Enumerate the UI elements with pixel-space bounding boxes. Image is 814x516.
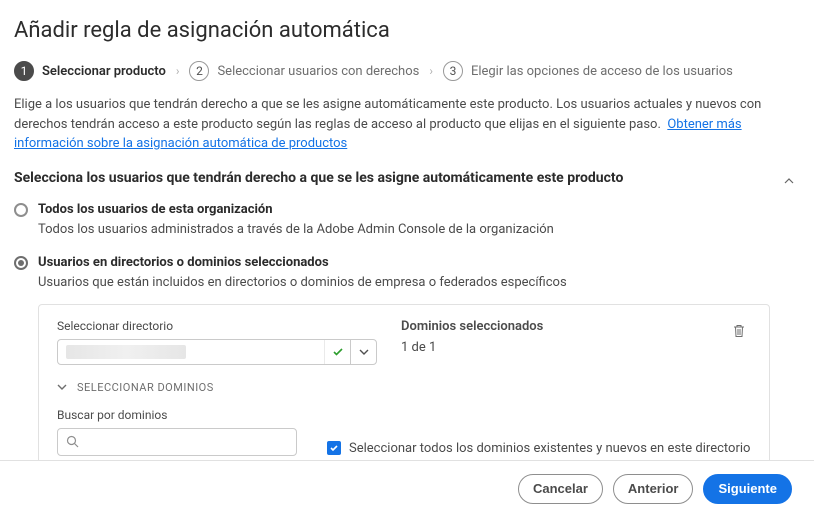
delete-button[interactable] [727,319,751,339]
section-heading: Selecciona los usuarios que tendrán dere… [14,170,770,186]
step-1[interactable]: 1 Seleccionar producto [14,61,166,81]
directory-panel: Seleccionar directorio [38,304,770,471]
footer: Cancelar Anterior Siguiente [0,460,814,516]
chevron-right-icon: › [429,64,433,78]
redacted-value [66,345,186,359]
step-1-circle: 1 [14,61,34,81]
stepper: 1 Seleccionar producto › 2 Seleccionar u… [14,61,800,81]
chevron-down-icon [359,347,369,357]
chevron-right-icon: › [176,64,180,78]
trash-icon [731,323,747,339]
step-3[interactable]: 3 Elegir las opciones de acceso de los u… [443,61,733,81]
cancel-button[interactable]: Cancelar [518,474,603,504]
description-text: Elige a los usuarios que tendrán derecho… [14,95,800,154]
vertical-scrollbar[interactable] [781,174,797,472]
radio-group: Todos los usuarios de esta organización … [14,202,770,471]
radio-icon[interactable] [14,256,28,270]
next-button[interactable]: Siguiente [703,474,792,504]
scroll-up-icon[interactable] [782,174,796,188]
step-3-label: Elegir las opciones de acceso de los usu… [471,64,733,79]
radio-desc: Usuarios que están incluidos en director… [38,275,770,290]
scroll-area: Selecciona los usuarios que tendrán dere… [14,170,800,476]
select-domains-toggle[interactable]: SELECCIONAR DOMINIOS [57,381,751,394]
directory-value [58,340,324,364]
step-2[interactable]: 2 Seleccionar usuarios con derechos [189,61,419,81]
checkmark-icon [329,443,339,453]
radio-desc: Todos los usuarios administrados a travé… [38,222,770,237]
radio-label: Todos los usuarios de esta organización [38,202,770,217]
collapsible-label: SELECCIONAR DOMINIOS [77,381,214,394]
search-input[interactable] [57,428,297,456]
step-1-label: Seleccionar producto [42,64,166,79]
chevron-down-icon [57,382,67,392]
dropdown-toggle[interactable] [350,340,376,364]
search-label: Buscar por dominios [57,408,297,422]
domains-count: 1 de 1 [401,340,703,355]
step-2-label: Seleccionar usuarios con derechos [217,64,419,79]
directory-combobox[interactable] [57,339,377,365]
radio-option-selected-dirs[interactable]: Usuarios en directorios o dominios selec… [14,255,770,471]
radio-option-all-users[interactable]: Todos los usuarios de esta organización … [14,202,770,237]
directory-field-label: Seleccionar directorio [57,319,377,333]
domains-label: Dominios seleccionados [401,319,703,334]
step-3-circle: 3 [443,61,463,81]
checkmark-icon [324,340,350,364]
search-field[interactable] [85,434,288,449]
search-icon [66,435,79,448]
description-body: Elige a los usuarios que tendrán derecho… [14,97,761,132]
radio-label: Usuarios en directorios o dominios selec… [38,255,770,270]
previous-button[interactable]: Anterior [613,474,694,504]
page-title: Añadir regla de asignación automática [14,18,800,43]
radio-icon[interactable] [14,203,28,217]
step-2-circle: 2 [189,61,209,81]
select-all-label: Seleccionar todos los dominios existente… [349,441,750,456]
select-all-checkbox[interactable] [327,441,341,455]
